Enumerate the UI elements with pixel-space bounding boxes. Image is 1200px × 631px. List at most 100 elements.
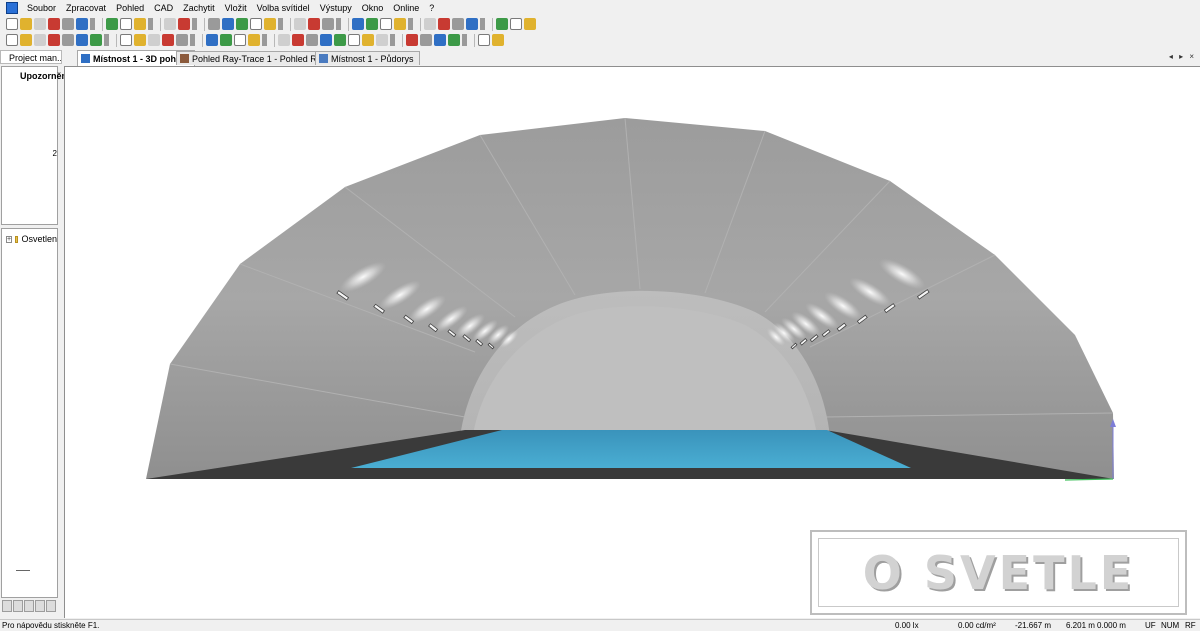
- menu-zpracovat[interactable]: Zpracovat: [61, 0, 111, 16]
- dimension-icon[interactable]: [492, 34, 504, 46]
- menu-pohled[interactable]: Pohled: [111, 0, 149, 16]
- toolbar-overflow-chevron[interactable]: [262, 34, 267, 46]
- line-icon[interactable]: [406, 34, 418, 46]
- view-all-icon[interactable]: [264, 18, 276, 30]
- arrow-icon[interactable]: [394, 18, 406, 30]
- app-icon: [6, 2, 18, 14]
- panel-tab-1[interactable]: [2, 600, 12, 612]
- stair-icon[interactable]: [376, 34, 388, 46]
- zoom-extent-icon[interactable]: [176, 34, 188, 46]
- watermark-logo: O SVETLE: [810, 530, 1187, 615]
- walk-icon[interactable]: [278, 34, 290, 46]
- polyline-icon[interactable]: [420, 34, 432, 46]
- lamp-icon[interactable]: [134, 34, 146, 46]
- copy-icon[interactable]: [120, 18, 132, 30]
- table-icon[interactable]: [452, 18, 464, 30]
- zoom-icon[interactable]: [76, 34, 88, 46]
- tree-item[interactable]: + Osvetlen: [6, 234, 57, 244]
- pan-icon[interactable]: [34, 34, 46, 46]
- menu-zachytit[interactable]: Zachytit: [178, 0, 220, 16]
- panel-tab-4[interactable]: [35, 600, 45, 612]
- save-icon[interactable]: [34, 18, 46, 30]
- toolbar-overflow-chevron[interactable]: [462, 34, 467, 46]
- new-file-icon[interactable]: [6, 18, 18, 30]
- 3d-viewport[interactable]: O SVETLE: [64, 66, 1200, 618]
- toolbar-overflow-chevron[interactable]: [104, 34, 109, 46]
- expand-icon[interactable]: +: [6, 235, 13, 243]
- warnings-panel: Upozorněn 2: [1, 66, 67, 225]
- toolbar-overflow-chevron[interactable]: [336, 18, 341, 30]
- menu-okno[interactable]: Okno: [357, 0, 389, 16]
- menu-cad[interactable]: CAD: [149, 0, 178, 16]
- text-icon[interactable]: [478, 34, 490, 46]
- view-front-icon[interactable]: [222, 18, 234, 30]
- menu-online[interactable]: Online: [388, 0, 424, 16]
- tab-row: Project man... Místnost 1 - 3D pohled Po…: [0, 50, 1200, 66]
- wall-icon[interactable]: [334, 34, 346, 46]
- chart-icon[interactable]: [496, 18, 508, 30]
- tab-scroll-arrows[interactable]: ◂ ▸ ×: [1169, 52, 1196, 61]
- select-icon[interactable]: [6, 34, 18, 46]
- eraser-icon[interactable]: [308, 18, 320, 30]
- rotate-icon[interactable]: [20, 34, 32, 46]
- tab-project-manager[interactable]: Project man...: [0, 50, 62, 64]
- pdf-icon[interactable]: [76, 18, 88, 30]
- menu-soubor[interactable]: Soubor: [22, 0, 61, 16]
- luminaire-icon[interactable]: [352, 18, 364, 30]
- toolbar-separator: [160, 17, 161, 31]
- pencil-icon[interactable]: [294, 18, 306, 30]
- menu-vlozit[interactable]: Vložit: [220, 0, 252, 16]
- warning-icon[interactable]: [120, 34, 132, 46]
- toolbar-overflow-chevron[interactable]: [190, 34, 195, 46]
- toolbar-overflow-chevron[interactable]: [90, 18, 95, 30]
- raytrace-icon: [180, 54, 189, 63]
- snap-icon[interactable]: [62, 34, 74, 46]
- pointer-icon[interactable]: [206, 34, 218, 46]
- toolbar-overflow-chevron[interactable]: [192, 18, 197, 30]
- box-icon[interactable]: [292, 34, 304, 46]
- plane-icon[interactable]: [320, 34, 332, 46]
- circle-icon[interactable]: [434, 34, 446, 46]
- undo-icon[interactable]: [164, 18, 176, 30]
- measure-icon[interactable]: [322, 18, 334, 30]
- toolbar-overflow-chevron[interactable]: [278, 18, 283, 30]
- open-folder-icon[interactable]: [20, 18, 32, 30]
- panel-tab-2[interactable]: [13, 600, 23, 612]
- door-icon[interactable]: [348, 34, 360, 46]
- toolbar-overflow-chevron[interactable]: [390, 34, 395, 46]
- view-side-icon[interactable]: [236, 18, 248, 30]
- toolbar-overflow-chevron[interactable]: [480, 18, 485, 30]
- view-3d-icon[interactable]: [208, 18, 220, 30]
- tab-floor-plan[interactable]: Místnost 1 - Půdorys: [315, 51, 420, 65]
- flag-icon[interactable]: [424, 18, 436, 30]
- redo-icon[interactable]: [178, 18, 190, 30]
- print-icon[interactable]: [48, 18, 60, 30]
- camera-icon[interactable]: [234, 34, 246, 46]
- raytrace-icon[interactable]: [366, 18, 378, 30]
- sphere-icon[interactable]: [380, 18, 392, 30]
- report-icon[interactable]: [466, 18, 478, 30]
- panel-tab-5[interactable]: [46, 600, 56, 612]
- toolbar-overflow-chevron[interactable]: [408, 18, 413, 30]
- cylinder-icon[interactable]: [306, 34, 318, 46]
- arc-icon[interactable]: [448, 34, 460, 46]
- wireframe-icon[interactable]: [90, 34, 102, 46]
- panel-tab-3[interactable]: [24, 600, 34, 612]
- zoom-out-icon[interactable]: [162, 34, 174, 46]
- toolbar-overflow-chevron[interactable]: [148, 18, 153, 30]
- menu-vystupy[interactable]: Výstupy: [315, 0, 357, 16]
- list-icon[interactable]: [524, 18, 536, 30]
- window-icon[interactable]: [362, 34, 374, 46]
- orbit-icon[interactable]: [248, 34, 260, 46]
- menu-volba-svitidel[interactable]: Volba svítidel: [252, 0, 315, 16]
- menu-help[interactable]: ?: [424, 0, 439, 16]
- zoom-in-icon[interactable]: [148, 34, 160, 46]
- magnifier-icon[interactable]: [220, 34, 232, 46]
- paste-icon[interactable]: [134, 18, 146, 30]
- view-top-icon[interactable]: [250, 18, 262, 30]
- cut-icon[interactable]: [106, 18, 118, 30]
- print-preview-icon[interactable]: [62, 18, 74, 30]
- grid-icon[interactable]: [48, 34, 60, 46]
- calc-icon[interactable]: [438, 18, 450, 30]
- settings-icon[interactable]: [510, 18, 522, 30]
